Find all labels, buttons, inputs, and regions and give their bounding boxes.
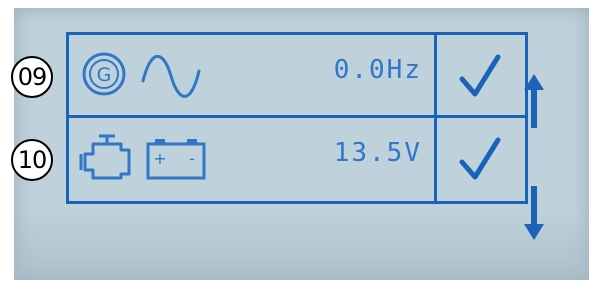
generator-letter: G: [97, 64, 112, 86]
frequency-value: 0.0Hz: [333, 55, 422, 85]
engine-icon: [79, 134, 131, 180]
battery-plus: +: [153, 149, 166, 168]
generator-frequency-row: G 0.0Hz: [69, 35, 434, 115]
check-icon: [459, 54, 501, 97]
battery-status-check: [437, 118, 525, 198]
generator-status-check: [437, 35, 525, 115]
status-table: G 0.0Hz + - 13.5V: [66, 32, 528, 204]
generator-icon: G: [82, 52, 126, 96]
lcd-display: G 0.0Hz + - 13.5V: [14, 8, 589, 280]
battery-minus: -: [189, 149, 195, 168]
sine-wave-icon: [141, 54, 201, 98]
arrow-down-icon[interactable]: [524, 186, 544, 240]
lcd-shading: [14, 210, 589, 280]
callout-marker-09: 09: [11, 56, 53, 98]
callout-marker-10: 10: [11, 139, 53, 181]
check-icon: [459, 137, 501, 180]
arrow-up-icon[interactable]: [524, 74, 544, 128]
battery-voltage-row: + - 13.5V: [69, 118, 434, 198]
voltage-value: 13.5V: [333, 138, 422, 168]
battery-icon: + -: [146, 139, 206, 180]
